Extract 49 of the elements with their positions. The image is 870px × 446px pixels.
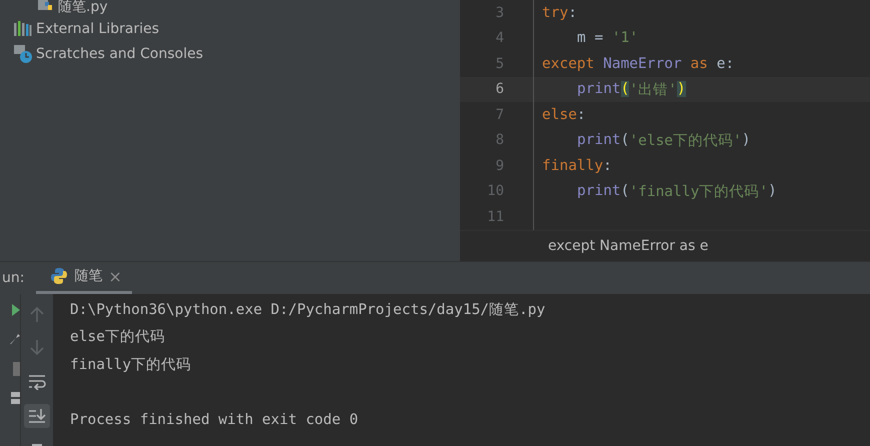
code-token: print [577,132,621,148]
code-token: e: [716,56,734,72]
code-token: ) [676,81,686,98]
line-number: 4 [494,30,504,46]
run-label: un: [2,270,24,286]
python-logo-icon [50,267,68,285]
code-token: else [542,106,577,123]
line-number: 10 [486,183,504,200]
code-token: '出错' [629,80,677,99]
line-number: 3 [494,4,504,21]
line-number: 7 [494,106,504,123]
code-token: 'finally下的代码' [629,182,768,201]
code-token: except [542,56,596,72]
tree-item[interactable]: 随笔.py [58,0,108,14]
code-token: : [568,4,577,21]
console-output-line: finally下的代码 [70,356,192,374]
python-file-icon [38,0,54,12]
code-token: try [542,4,568,21]
library-bars-icon [14,20,32,36]
scroll-to-end-icon[interactable] [24,404,50,428]
code-token: '1' [612,30,638,46]
console-clock-icon [14,44,32,62]
code-token: ) [742,132,751,148]
line-number: 6 [494,81,504,98]
line-number: 11 [486,208,504,225]
code-token: NameError [603,56,683,72]
code-token: : [603,158,612,174]
code-token: m = [577,30,604,46]
console-output-line: D:\Python36\python.exe D:/PycharmProjects/day15/随笔.py [70,300,546,320]
console-output-line: else下的代码 [70,328,166,347]
tree-item[interactable]: Scratches and Consoles [36,46,203,60]
code-token: ) [768,183,777,200]
code-token: print [577,183,621,200]
code-token: ( [620,81,630,98]
tree-item[interactable]: External Libraries [36,22,159,36]
code-token: as [690,56,709,72]
code-token: finally [542,158,604,174]
close-icon[interactable]: × [108,266,122,286]
layout-icon[interactable] [11,392,20,404]
line-number: 9 [494,158,504,174]
code-token: print [577,81,621,98]
line-number: 5 [494,56,504,72]
code-token: ( [620,132,630,148]
tab-label: 随笔 [74,267,102,285]
line-number: 8 [494,132,504,148]
console-output-line: Process finished with exit code 0 [70,410,360,430]
code-token: 'else下的代码' [629,132,742,150]
code-token: : [576,106,586,123]
code-token: ( [620,183,630,200]
